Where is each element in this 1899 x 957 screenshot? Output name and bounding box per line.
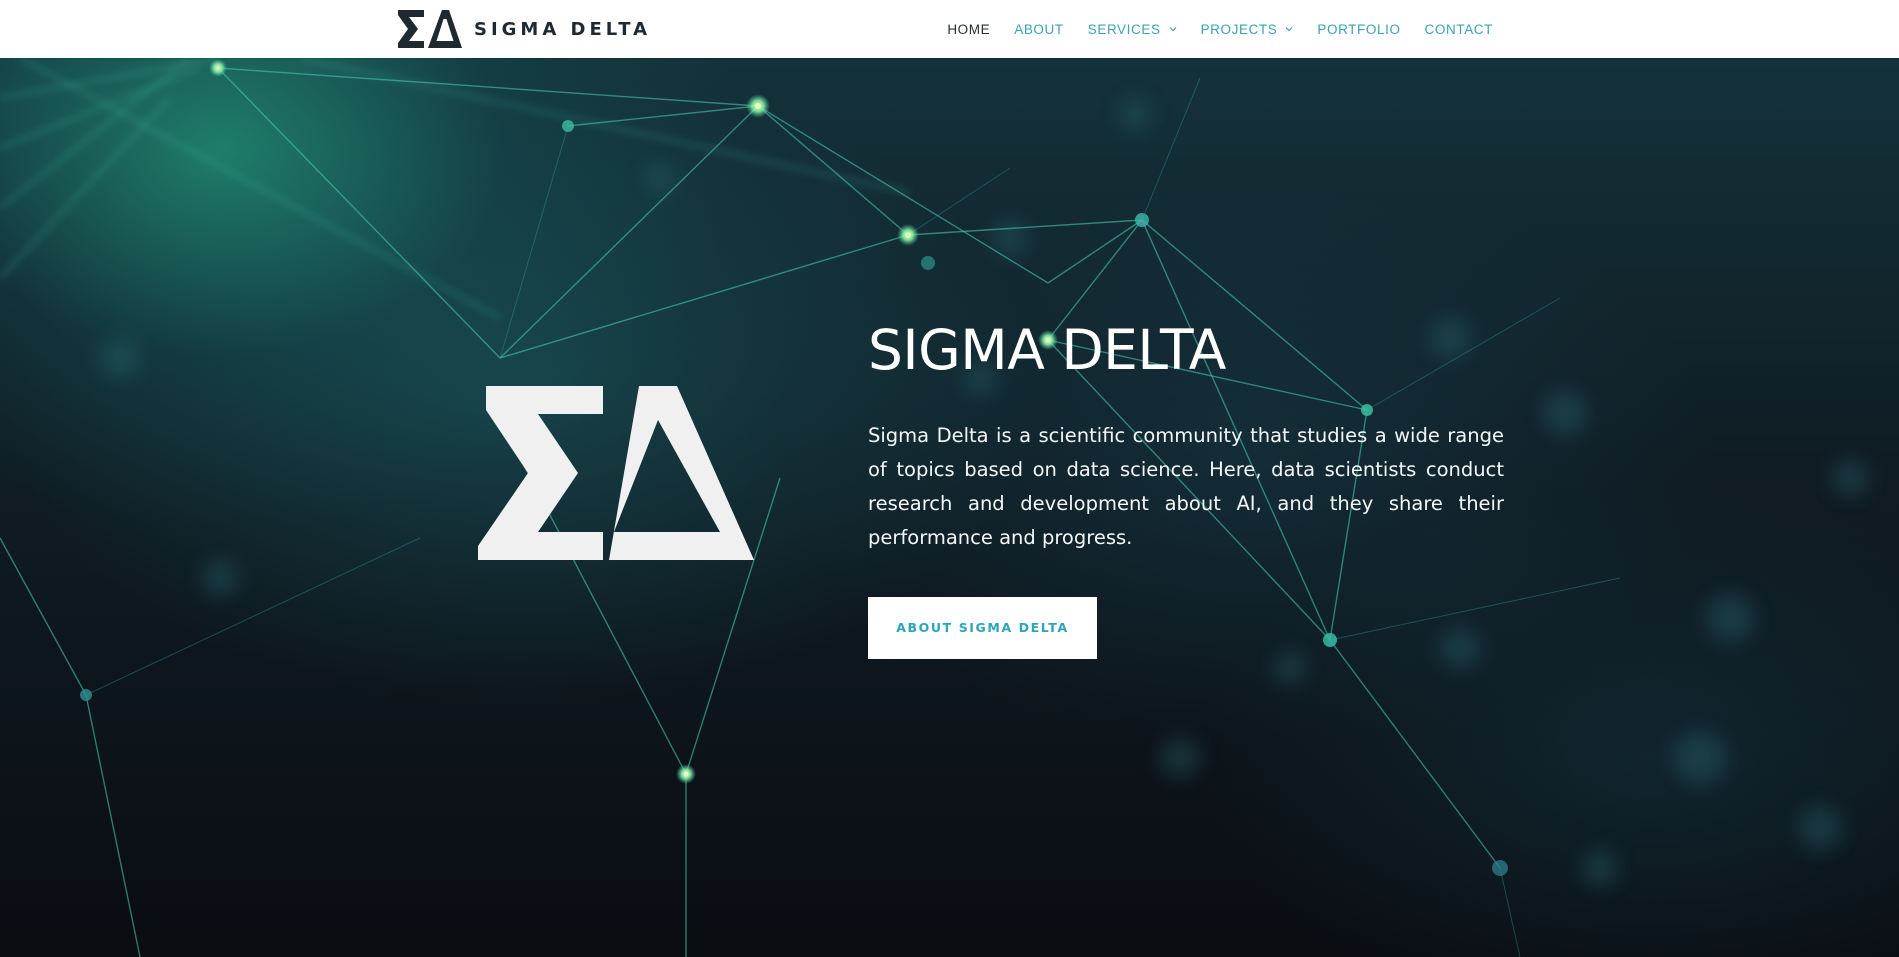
site-header: SIGMA DELTA HOME ABOUT SERVICES PROJECTS… <box>0 0 1899 58</box>
nav-item-label: ABOUT <box>1014 21 1064 37</box>
hero-title: SIGMA DELTA <box>868 318 1226 382</box>
nav-item-label: SERVICES <box>1087 21 1161 37</box>
about-sigma-delta-button[interactable]: ABOUT SIGMA DELTA <box>868 596 1097 659</box>
nav-item-label: PORTFOLIO <box>1317 21 1401 37</box>
nav-item-label: HOME <box>947 21 991 37</box>
hero-section: SIGMA DELTA Sigma Delta is a scientific … <box>0 58 1899 957</box>
nav-item-about[interactable]: ABOUT <box>1014 22 1064 37</box>
nav-item-contact[interactable]: CONTACT <box>1425 22 1493 37</box>
nav-item-label: CONTACT <box>1424 21 1493 37</box>
sigma-delta-logo-icon <box>398 10 462 48</box>
chevron-down-icon <box>1285 27 1293 32</box>
main-navigation: HOME ABOUT SERVICES PROJECTS PORTFOLIO C… <box>947 0 1493 58</box>
nav-item-portfolio[interactable]: PORTFOLIO <box>1317 22 1400 37</box>
sigma-delta-hero-logo-icon <box>478 386 754 560</box>
brand-name: SIGMA DELTA <box>474 18 652 40</box>
brand-logo-link[interactable]: SIGMA DELTA <box>396 8 651 50</box>
hero-description: Sigma Delta is a scientific community th… <box>868 423 1504 549</box>
nav-item-label: PROJECTS <box>1200 21 1278 37</box>
nav-item-home[interactable]: HOME <box>947 22 990 37</box>
hero-content: SIGMA DELTA Sigma Delta is a scientific … <box>868 320 1504 659</box>
chevron-down-icon <box>1169 27 1176 32</box>
nav-item-projects[interactable]: PROJECTS <box>1201 22 1294 37</box>
nav-item-services[interactable]: SERVICES <box>1088 22 1177 37</box>
